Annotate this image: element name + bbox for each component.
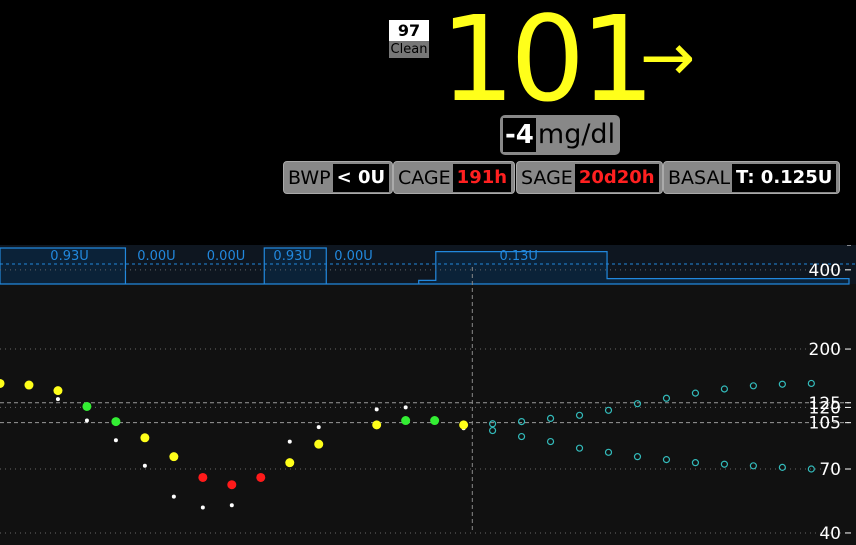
current-bg-value: 101 [440,0,655,128]
basal-amount-label: 0.93U [273,249,311,264]
bwp-pill[interactable]: BWP < 0U [283,161,394,194]
basal-amount-label: 0.93U [50,249,88,264]
bg-reading-dot[interactable] [169,452,179,462]
mbg-dot [142,463,147,468]
cage-pill[interactable]: CAGE 191h [393,161,516,194]
basal-amount-label: 0.00U [207,249,245,264]
bg-reading-dot[interactable] [401,416,411,426]
bg-reading-dot[interactable] [24,380,34,390]
bg-reading-dot[interactable] [314,439,324,449]
sage-value: 20d20h [574,163,659,192]
cage-value: 191h [452,163,512,192]
basal-pill[interactable]: BASAL T: 0.125U [663,161,841,194]
basal-value: T: 0.125U [732,163,837,192]
y-tick-label: 70 [819,460,841,480]
status-header: 97 Clean 101 → -4 mg/dl BWP < 0U CAGE 19… [0,0,856,245]
cage-label: CAGE [398,166,451,189]
y-tick-label: 400 [809,261,841,281]
bg-delta-pill: -4 mg/dl [500,115,621,155]
bwp-value: < 0U [332,163,390,192]
mbg-dot [316,425,321,430]
basal-amount-label: 0.00U [334,249,372,264]
mbg-dot [171,494,176,499]
basal-amount-label: 0.13U [499,249,537,264]
sage-label: SAGE [521,166,573,189]
bg-delta-value: -4 [503,118,536,152]
mbg-dot [200,505,205,510]
bg-delta-units: mg/dl [537,119,616,150]
basal-amount-label: 0.00U [137,249,175,264]
sage-pill[interactable]: SAGE 20d20h [516,161,663,194]
bg-reading-dot[interactable] [372,420,382,430]
raw-bg-noise-label: Clean [389,41,429,58]
bg-reading-dot[interactable] [198,472,208,482]
bg-reading-dot[interactable] [53,386,63,396]
y-tick-label: 200 [809,340,841,360]
raw-bg-box: 97 Clean [389,20,429,60]
y-tick-label: 105 [809,414,841,434]
chart-background [0,245,856,545]
mbg-dot [84,418,89,423]
bg-reading-dot[interactable] [140,433,150,443]
mbg-dot [403,405,408,410]
bg-reading-dot[interactable] [111,417,121,427]
y-tick-label: 40 [819,524,841,544]
basal-label: BASAL [668,166,731,189]
bg-reading-dot[interactable] [285,458,295,468]
bg-reading-dot[interactable] [256,472,266,482]
mbg-dot [287,439,292,444]
bg-chart[interactable]: 0.93U 0.00U 0.00U 0.93U 0.00U 0.13U4002001251… [0,245,856,545]
bg-reading-dot[interactable] [82,401,92,411]
raw-bg-value: 97 [389,20,429,41]
mbg-dot [374,407,379,412]
bg-reading-dot[interactable] [227,480,237,490]
bg-reading-dot[interactable] [459,420,469,430]
bg-reading-dot[interactable] [430,416,440,426]
mbg-dot [55,397,60,402]
trend-arrow-icon: → [640,19,696,96]
mbg-dot [229,503,234,508]
bwp-label: BWP [288,166,331,189]
mbg-dot [113,438,118,443]
